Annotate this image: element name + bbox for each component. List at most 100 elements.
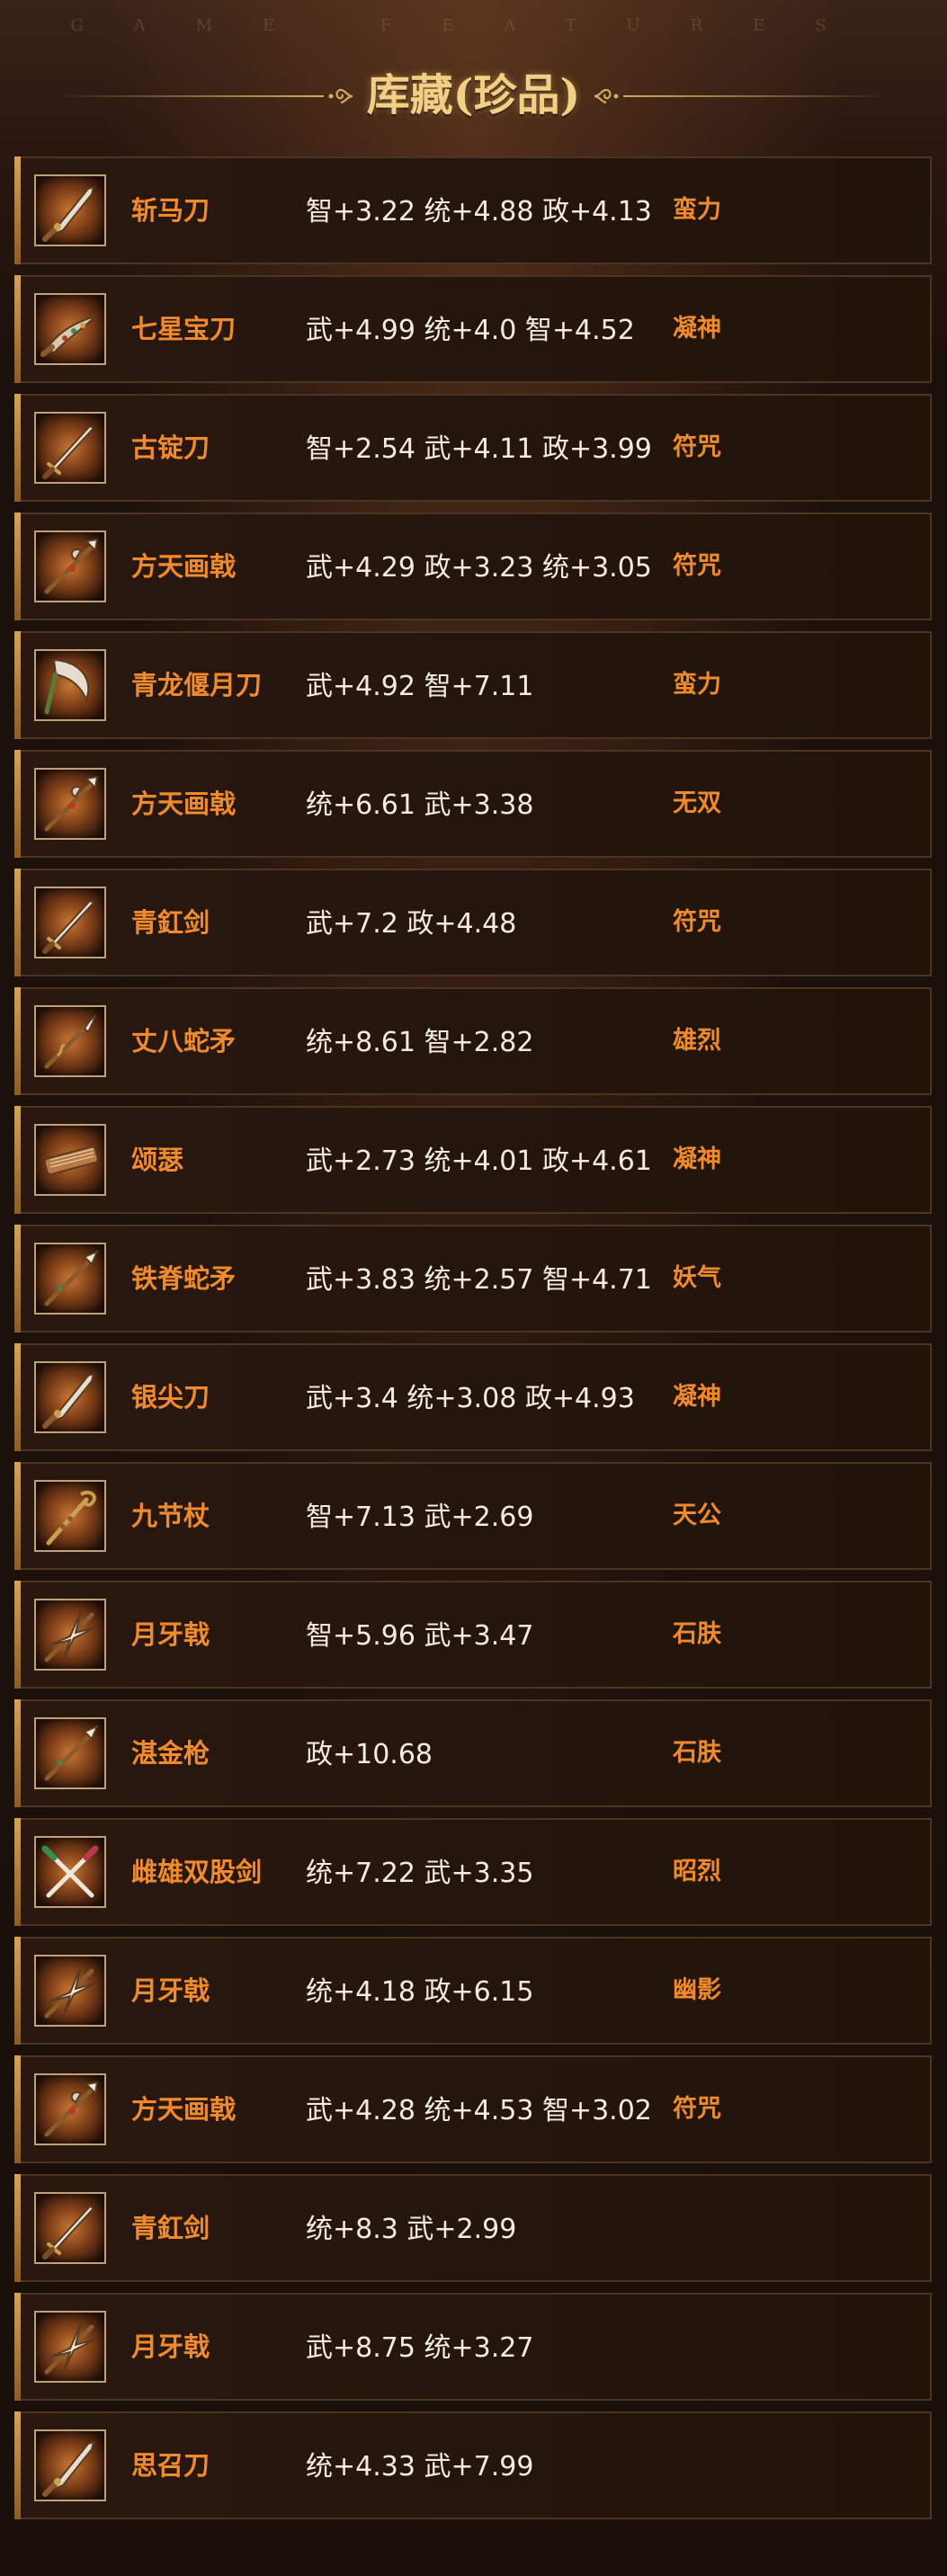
item-icon-frame <box>34 649 106 721</box>
item-trait: 石肤 <box>673 1739 721 1767</box>
jeweled-sword-icon <box>40 315 99 357</box>
item-trait: 符咒 <box>673 2095 721 2123</box>
list-item[interactable]: 雌雄双股剑 统+7.22 武+3.35 昭烈 <box>14 1818 932 1926</box>
item-icon-frame <box>34 2429 106 2501</box>
item-stats: 统+8.61 智+2.82 <box>306 1027 534 1058</box>
item-stats: 武+2.73 统+4.01 政+4.61 <box>306 1145 652 1177</box>
item-stats: 智+7.13 武+2.69 <box>306 1502 534 1533</box>
item-stats: 智+2.54 武+4.11 政+3.99 <box>306 433 652 465</box>
list-item[interactable]: 古锭刀 智+2.54 武+4.11 政+3.99 符咒 <box>14 394 932 502</box>
item-trait: 天公 <box>673 1502 721 1529</box>
item-name: 铁脊蛇矛 <box>131 1263 237 1294</box>
ornament-right-icon <box>594 88 619 104</box>
list-item[interactable]: 月牙戟 武+8.75 统+3.27 <box>14 2293 932 2401</box>
item-stats: 统+4.33 武+7.99 <box>306 2451 534 2482</box>
item-trait: 蛮力 <box>673 196 721 224</box>
list-item[interactable]: 七星宝刀 武+4.99 统+4.0 智+4.52 凝神 <box>14 275 932 383</box>
item-name: 方天画戟 <box>131 551 237 582</box>
item-stats: 智+3.22 统+4.88 政+4.13 <box>306 196 652 227</box>
header-watermark: GAME FEATURES <box>70 16 877 35</box>
list-item[interactable]: 银尖刀 武+3.4 统+3.08 政+4.93 凝神 <box>14 1343 932 1451</box>
item-icon-frame <box>34 2073 106 2145</box>
page-title: 库藏(珍品) <box>366 70 581 120</box>
item-trait: 幽影 <box>673 1976 721 2004</box>
halberd-icon <box>44 2081 99 2137</box>
halberd-icon <box>44 775 99 832</box>
crescent-halberd-icon <box>44 2322 96 2375</box>
item-name: 雌雄双股剑 <box>131 1857 263 1887</box>
header: GAME FEATURES 库藏(珍品) <box>0 0 947 153</box>
spear-icon <box>44 1250 99 1306</box>
item-icon-frame <box>34 2311 106 2383</box>
sword-icon <box>42 424 95 479</box>
list-item[interactable]: 方天画戟 武+4.28 统+4.53 智+3.02 符咒 <box>14 2055 932 2163</box>
crescent-halberd-icon <box>44 1610 96 1662</box>
item-name: 青釭剑 <box>131 907 210 938</box>
list-item[interactable]: 斩马刀 智+3.22 统+4.88 政+4.13 蛮力 <box>14 156 932 264</box>
item-stats: 武+4.28 统+4.53 智+3.02 <box>306 2095 652 2126</box>
list-item[interactable]: 九节杖 智+7.13 武+2.69 天公 <box>14 1462 932 1570</box>
item-trait: 凝神 <box>673 1145 721 1173</box>
crescent-blade-icon <box>44 658 90 715</box>
item-name: 丈八蛇矛 <box>131 1026 237 1056</box>
sword-icon <box>42 899 95 954</box>
title-bar: 库藏(珍品) <box>0 56 947 137</box>
item-stats: 统+7.22 武+3.35 <box>306 1858 534 1889</box>
item-name: 七星宝刀 <box>131 314 237 344</box>
blade-icon <box>42 1372 95 1429</box>
item-trait: 符咒 <box>673 433 721 461</box>
item-name: 月牙戟 <box>131 1975 210 2006</box>
item-icon-frame <box>34 1717 106 1789</box>
item-stats: 智+5.96 武+3.47 <box>306 1620 534 1652</box>
item-stats: 武+4.29 政+3.23 统+3.05 <box>306 552 652 584</box>
item-trait: 无双 <box>673 789 721 817</box>
item-icon-frame <box>34 887 106 958</box>
list-item[interactable]: 青龙偃月刀 武+4.92 智+7.11 蛮力 <box>14 631 932 739</box>
list-item[interactable]: 月牙戟 统+4.18 政+6.15 幽影 <box>14 1937 932 2045</box>
item-stats: 统+8.3 武+2.99 <box>306 2214 517 2245</box>
list-item[interactable]: 湛金枪 政+10.68 石肤 <box>14 1699 932 1807</box>
item-stats: 武+4.99 统+4.0 智+4.52 <box>306 315 635 346</box>
staff-icon <box>46 1490 96 1546</box>
ornament-left-icon <box>328 88 353 104</box>
item-name: 青釭剑 <box>131 2213 210 2243</box>
list-item[interactable]: 丈八蛇矛 统+8.61 智+2.82 雄烈 <box>14 987 932 1095</box>
item-stats: 武+3.4 统+3.08 政+4.93 <box>306 1383 635 1414</box>
item-trait: 雄烈 <box>673 1027 721 1055</box>
item-trait: 妖气 <box>673 1264 721 1292</box>
item-icon-frame <box>34 1005 106 1077</box>
title-line-right <box>623 95 893 97</box>
item-name: 斩马刀 <box>131 195 210 226</box>
list-item[interactable]: 方天画戟 统+6.61 武+3.38 无双 <box>14 750 932 858</box>
list-item[interactable]: 方天画戟 武+4.29 政+3.23 统+3.05 符咒 <box>14 513 932 620</box>
serpent-spear-icon <box>44 1013 97 1069</box>
item-trait: 石肤 <box>673 1620 721 1648</box>
title-line-left <box>54 95 324 97</box>
item-name: 古锭刀 <box>131 432 210 463</box>
item-icon-frame <box>34 1955 106 2027</box>
item-name: 月牙戟 <box>131 2331 210 2362</box>
item-icon-frame <box>34 1243 106 1315</box>
item-icon-frame <box>34 174 106 246</box>
list-item[interactable]: 颂瑟 武+2.73 统+4.01 政+4.61 凝神 <box>14 1106 932 1214</box>
list-item[interactable]: 铁脊蛇矛 武+3.83 统+2.57 智+4.71 妖气 <box>14 1225 932 1333</box>
list-item[interactable]: 青釭剑 统+8.3 武+2.99 <box>14 2174 932 2282</box>
item-trait: 凝神 <box>673 315 721 343</box>
list-item[interactable]: 思召刀 统+4.33 武+7.99 <box>14 2411 932 2519</box>
spear-icon <box>44 1725 99 1781</box>
item-trait: 符咒 <box>673 908 721 936</box>
item-icon-frame <box>34 1836 106 1908</box>
item-trait: 凝神 <box>673 1383 721 1411</box>
item-name: 方天画戟 <box>131 2094 237 2125</box>
item-icon-frame <box>34 1361 106 1433</box>
item-stats: 统+6.61 武+3.38 <box>306 789 534 821</box>
item-icon-frame <box>34 530 106 602</box>
list-item[interactable]: 月牙戟 智+5.96 武+3.47 石肤 <box>14 1581 932 1689</box>
item-name: 青龙偃月刀 <box>131 670 263 700</box>
list-item[interactable]: 青釭剑 武+7.2 政+4.48 符咒 <box>14 869 932 976</box>
sword-icon <box>42 2205 95 2260</box>
item-icon-frame <box>34 1480 106 1552</box>
item-icon-frame <box>34 2192 106 2264</box>
item-trait: 昭烈 <box>673 1858 721 1885</box>
zither-icon <box>43 1145 99 1176</box>
